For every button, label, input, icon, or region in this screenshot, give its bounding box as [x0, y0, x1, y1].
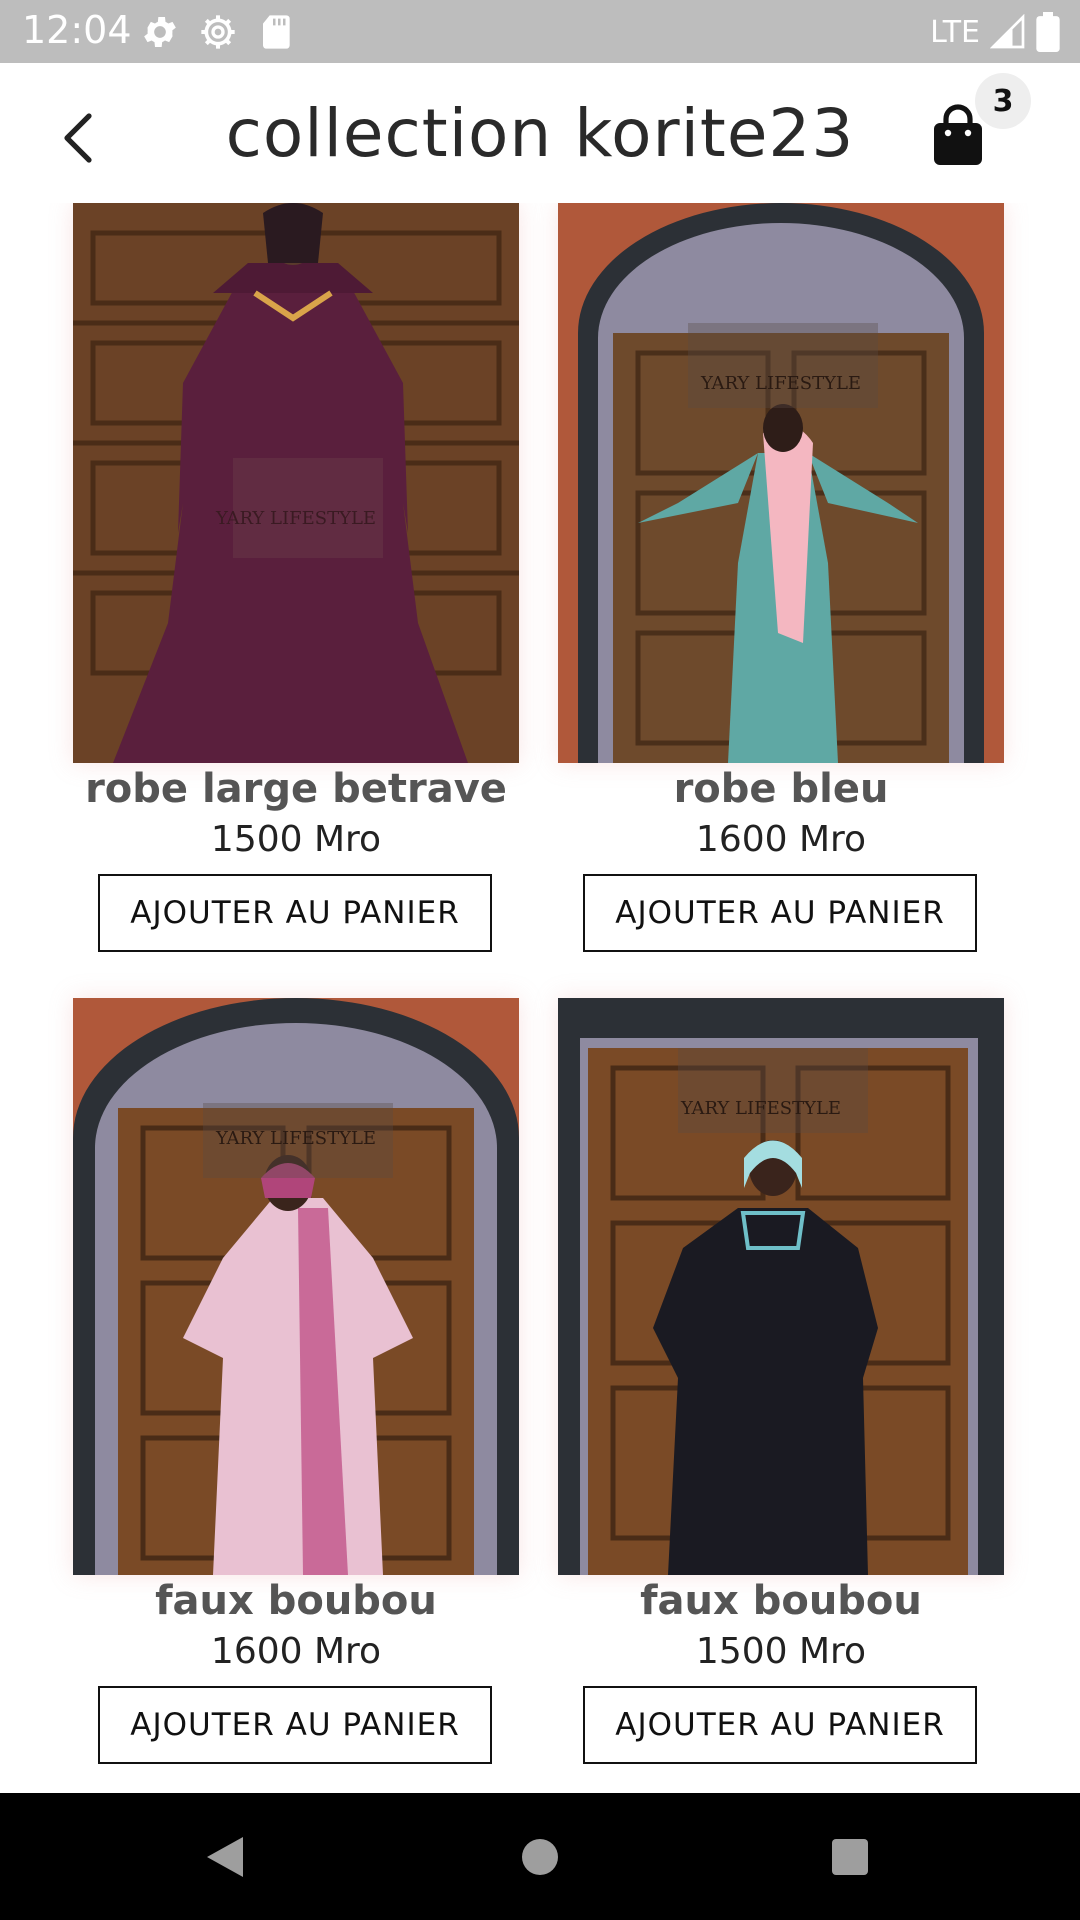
- product-price: 1600 Mro: [210, 1631, 382, 1672]
- status-bar: 12:04 LTE: [0, 0, 1080, 63]
- network-label: LTE: [930, 14, 980, 50]
- status-right: LTE: [930, 10, 1060, 54]
- settings-outline-icon: [201, 15, 235, 49]
- triangle-back-icon: [207, 1836, 243, 1877]
- product-price: 1600 Mro: [695, 819, 867, 860]
- navigation-bar: [0, 1793, 1080, 1920]
- circle-home-icon: [522, 1838, 558, 1875]
- product-image[interactable]: YARY LIFESTYLE: [73, 203, 519, 763]
- watermark-text: YARY LIFESTYLE: [215, 1128, 377, 1149]
- watermark-text: YARY LIFESTYLE: [215, 508, 377, 529]
- battery-icon: [1036, 12, 1060, 52]
- product-image[interactable]: YARY LIFESTYLE: [558, 203, 1004, 763]
- page-title: collection korite23: [225, 95, 855, 172]
- add-to-cart-button[interactable]: AJOUTER AU PANIER: [583, 1686, 977, 1764]
- watermark-text: YARY LIFESTYLE: [700, 373, 862, 394]
- nav-home-button[interactable]: [460, 1793, 620, 1920]
- product-image[interactable]: YARY LIFESTYLE: [73, 998, 519, 1575]
- status-time: 12:04: [22, 8, 132, 52]
- settings-icon: [144, 17, 176, 47]
- square-recents-icon: [832, 1838, 868, 1875]
- product-price: 1500 Mro: [695, 1631, 867, 1672]
- add-to-cart-button[interactable]: AJOUTER AU PANIER: [583, 874, 977, 952]
- app-bar: collection korite23 3: [0, 63, 1080, 203]
- signal-icon: [990, 14, 1025, 49]
- product-image[interactable]: YARY LIFESTYLE: [558, 998, 1004, 1575]
- add-to-cart-button[interactable]: AJOUTER AU PANIER: [98, 1686, 492, 1764]
- product-name: faux boubou: [155, 1578, 437, 1624]
- watermark-text: YARY LIFESTYLE: [680, 1098, 842, 1119]
- cart-count-badge: 3: [975, 73, 1031, 129]
- nav-recents-button[interactable]: [770, 1793, 930, 1920]
- product-grid: YARY LIFESTYLE robe large betrave 1500 M…: [0, 203, 1080, 1793]
- product-price: 1500 Mro: [210, 819, 382, 860]
- add-to-cart-button[interactable]: AJOUTER AU PANIER: [98, 874, 492, 952]
- product-name: faux boubou: [640, 1578, 922, 1624]
- nav-back-button[interactable]: [145, 1793, 305, 1920]
- product-name: robe bleu: [673, 766, 889, 812]
- sd-card-icon: [263, 15, 290, 49]
- product-name: robe large betrave: [85, 766, 507, 812]
